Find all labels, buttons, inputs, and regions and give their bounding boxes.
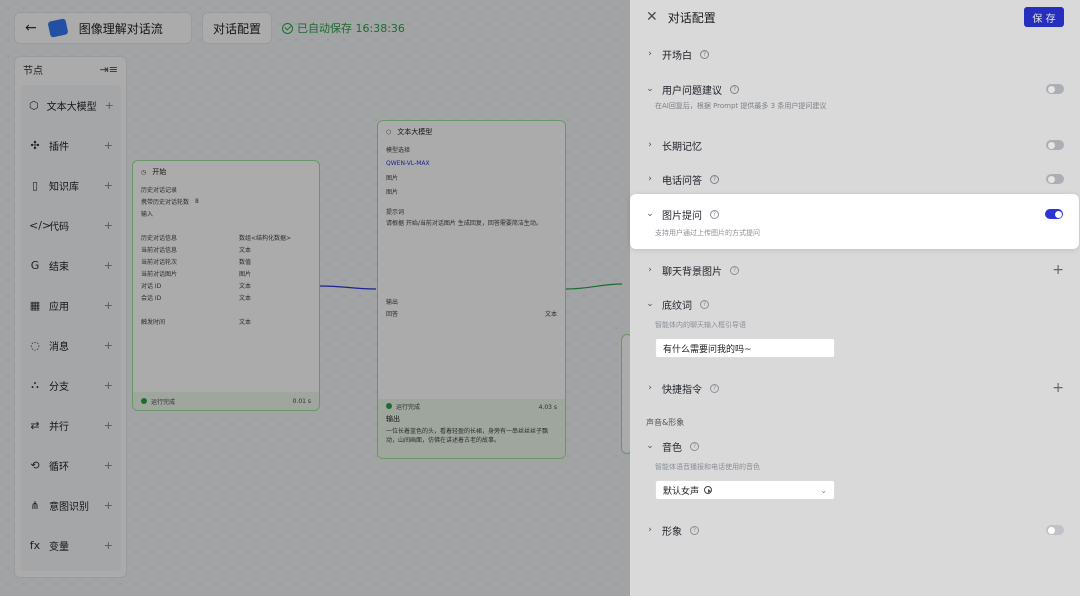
image-question-label: 图片提问 xyxy=(662,210,702,222)
info-icon[interactable]: ? xyxy=(700,299,709,309)
plus-icon[interactable]: + xyxy=(1052,263,1064,277)
play-icon[interactable] xyxy=(704,486,713,494)
info-icon[interactable]: ? xyxy=(730,265,739,275)
phone-toggle[interactable] xyxy=(1046,174,1064,184)
voice-label: 音色 xyxy=(662,442,682,454)
section-suggest[interactable]: ⌄ 用户问题建议? 在AI回复后，根据 Prompt 提供最多 3 条用户提问建议 xyxy=(630,78,1080,111)
section-shortcuts[interactable]: › 快捷指令? + xyxy=(630,377,1080,399)
chevron-right-icon[interactable]: › xyxy=(646,174,654,184)
drawer-header: ✕ 对话配置 保 存 xyxy=(630,0,1080,34)
placeholder-label: 底纹词 xyxy=(662,300,692,312)
chevron-down-icon[interactable]: ⌄ xyxy=(646,84,654,94)
section-phone[interactable]: › 电话问答? xyxy=(630,168,1080,190)
chevron-down-icon[interactable]: ⌄ xyxy=(646,299,654,309)
chevron-right-icon[interactable]: › xyxy=(646,265,654,275)
section-voice[interactable]: ⌄ 音色? 智能体语音播报和电话使用的音色 默认女声 ⌄ xyxy=(630,435,1080,500)
image-question-desc: 支持用户通过上传图片的方式提问 xyxy=(655,229,760,237)
phone-label: 电话问答 xyxy=(662,175,702,187)
memory-toggle[interactable] xyxy=(1046,140,1064,150)
chevron-right-icon[interactable]: › xyxy=(646,140,654,150)
plus-icon[interactable]: + xyxy=(1052,381,1064,395)
info-icon[interactable]: ? xyxy=(710,209,719,219)
avatar-label: 形象 xyxy=(662,526,682,538)
shortcuts-label: 快捷指令 xyxy=(662,384,702,396)
image-question-toggle[interactable] xyxy=(1045,209,1063,219)
suggest-label: 用户问题建议 xyxy=(662,85,722,97)
info-icon[interactable]: ? xyxy=(690,525,699,535)
save-button[interactable]: 保 存 xyxy=(1024,7,1064,27)
chevron-right-icon[interactable]: › xyxy=(646,49,654,59)
section-opening[interactable]: › 开场白? xyxy=(630,43,1080,65)
voice-value: 默认女声 xyxy=(663,486,700,497)
section-image-question[interactable]: ⌄ 图片提问? 支持用户通过上传图片的方式提问 xyxy=(630,194,1079,249)
drawer-title: 对话配置 xyxy=(667,10,716,25)
voice-select[interactable]: 默认女声 ⌄ xyxy=(655,480,835,500)
chevron-right-icon[interactable]: › xyxy=(646,525,654,535)
section-placeholder[interactable]: ⌄ 底纹词? 智能体内的聊天输入框引导语 有什么需要问我的吗~ xyxy=(630,293,1080,358)
section-memory[interactable]: › 长期记忆 xyxy=(630,134,1080,156)
info-icon[interactable]: ? xyxy=(690,441,699,451)
info-icon[interactable]: ? xyxy=(730,84,739,94)
section-chat-bg[interactable]: › 聊天背景图片? + xyxy=(630,259,1080,281)
avatar-toggle[interactable] xyxy=(1046,525,1064,535)
placeholder-desc: 智能体内的聊天输入框引导语 xyxy=(655,321,746,329)
placeholder-value: 有什么需要问我的吗~ xyxy=(663,344,752,355)
chevron-down-icon[interactable]: ⌄ xyxy=(646,441,654,451)
info-icon[interactable]: ? xyxy=(710,174,719,184)
chevron-right-icon[interactable]: › xyxy=(646,383,654,393)
chevron-down-icon[interactable]: ⌄ xyxy=(646,209,654,219)
voice-desc: 智能体语音播报和电话使用的音色 xyxy=(655,463,760,471)
opening-label: 开场白 xyxy=(662,50,692,62)
suggest-toggle[interactable] xyxy=(1046,84,1064,94)
info-icon[interactable]: ? xyxy=(700,49,709,59)
section-avatar[interactable]: › 形象? xyxy=(630,519,1080,541)
memory-label: 长期记忆 xyxy=(662,141,702,153)
voice-group-label: 声音&形象 xyxy=(646,418,685,427)
chat-bg-label: 聊天背景图片 xyxy=(662,266,722,278)
info-icon[interactable]: ? xyxy=(710,383,719,393)
close-icon[interactable]: ✕ xyxy=(646,9,658,25)
placeholder-input[interactable]: 有什么需要问我的吗~ xyxy=(655,338,835,358)
chevron-down-icon[interactable]: ⌄ xyxy=(820,486,827,495)
suggest-desc: 在AI回复后，根据 Prompt 提供最多 3 条用户提问建议 xyxy=(655,102,827,110)
voice-group: 声音&形象 xyxy=(630,417,1080,428)
